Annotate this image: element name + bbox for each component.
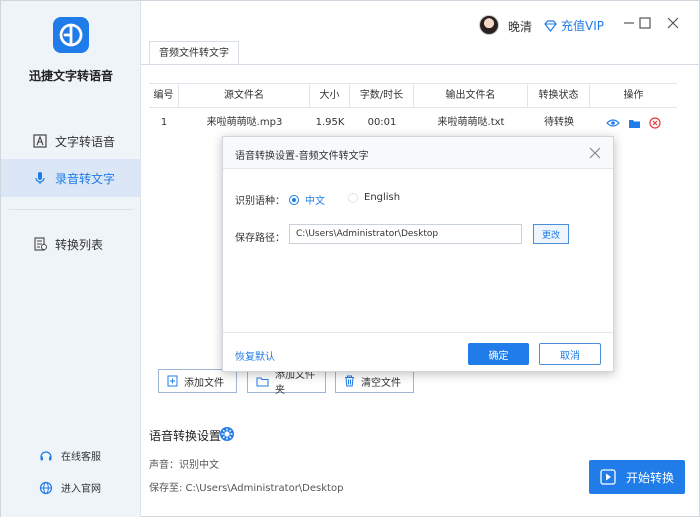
conversion-list-icon	[33, 237, 47, 251]
gear-icon[interactable]	[219, 426, 235, 442]
col-actions: 操作	[623, 89, 644, 101]
language-label: 识别语种：	[235, 196, 285, 207]
save-path-input[interactable]	[289, 224, 522, 244]
headset-icon	[39, 449, 53, 463]
table-row[interactable]: 1 来啦萌萌哒.mp3 1.95K 00:01 来啦萌萌哒.txt 待转换	[149, 108, 677, 138]
add-file-label: 添加文件	[184, 377, 224, 389]
close-icon	[667, 17, 679, 29]
folder-icon[interactable]	[628, 118, 641, 129]
clear-files-button[interactable]: 清空文件	[335, 369, 414, 393]
add-folder-icon	[256, 376, 269, 387]
vip-label: 充值VIP	[561, 19, 604, 33]
trash-icon	[344, 375, 355, 387]
dialog-close-button[interactable]	[587, 145, 603, 161]
diamond-icon	[544, 19, 557, 32]
eye-icon[interactable]	[606, 118, 620, 128]
radio-dot	[289, 194, 299, 205]
online-support-link[interactable]: 在线客服	[39, 448, 101, 463]
start-convert-label: 开始转换	[625, 470, 674, 485]
col-source: 源文件名	[179, 83, 310, 108]
row-actions	[590, 108, 677, 138]
table-header: 编号 源文件名 大小 字数/时长 输出文件名 转换状态 操作	[149, 83, 677, 108]
row-source: 来啦萌萌哒.mp3	[206, 117, 283, 128]
restore-default-link[interactable]: 恢复默认	[235, 348, 275, 363]
play-icon	[600, 469, 616, 485]
col-output: 输出文件名	[414, 83, 528, 108]
radio-chinese[interactable]: 中文	[289, 192, 325, 207]
settings-dialog: 语音转换设置-音频文件转文字 识别语种： 中文 English 保存路径： 更改…	[222, 136, 614, 372]
minimize-button[interactable]	[621, 15, 637, 31]
start-convert-button[interactable]: 开始转换	[589, 460, 685, 494]
change-path-button[interactable]: 更改	[533, 224, 569, 244]
close-window-button[interactable]	[665, 15, 681, 31]
cancel-button[interactable]: 取消	[539, 343, 601, 365]
sidebar-item-conversion-list[interactable]: 转换列表	[1, 225, 141, 263]
clear-files-label: 清空文件	[361, 377, 401, 389]
row-size: 1.95K	[315, 117, 345, 128]
radio-chinese-label: 中文	[305, 196, 325, 207]
row-status: 待转换	[544, 117, 574, 128]
app-name: 迅捷文字转语音	[28, 69, 113, 83]
minimize-icon	[624, 22, 634, 24]
tab-divider	[141, 64, 700, 65]
dialog-divider	[223, 332, 613, 333]
sidebar-item-label: 转换列表	[55, 237, 104, 252]
col-size: 大小	[310, 83, 350, 108]
radio-english[interactable]: English	[348, 192, 400, 203]
path-label: 保存路径：	[235, 233, 285, 244]
add-file-button[interactable]: 添加文件	[158, 369, 237, 393]
close-icon	[589, 147, 601, 159]
dialog-title: 语音转换设置-音频文件转文字	[235, 151, 369, 162]
sidebar-item-label: 录音转文字	[55, 171, 116, 186]
ok-button[interactable]: 确定	[468, 343, 529, 365]
radio-english-label: English	[364, 192, 401, 203]
row-output: 来啦萌萌哒.txt	[437, 117, 505, 128]
add-folder-button[interactable]: 添加文件夹	[247, 369, 326, 396]
tab-audio-to-text[interactable]: 音频文件转文字	[149, 41, 239, 65]
sidebar-divider	[9, 209, 133, 210]
maximize-icon	[639, 17, 651, 29]
settings-save-path: 保存至: C:\Users\Administrator\Desktop	[149, 483, 344, 494]
delete-icon[interactable]	[649, 117, 661, 129]
maximize-button[interactable]	[637, 15, 653, 31]
dialog-header: 语音转换设置-音频文件转文字	[223, 137, 613, 169]
settings-voice: 声音：识别中文	[149, 460, 219, 471]
username[interactable]: 晚清	[508, 18, 532, 35]
sidebar-item-label: 文字转语音	[55, 134, 116, 149]
radio-dot	[348, 192, 358, 203]
avatar[interactable]	[479, 15, 499, 35]
official-site-label: 进入官网	[61, 484, 101, 495]
sidebar-item-text-to-speech[interactable]: 文字转语音	[1, 122, 141, 160]
col-duration: 字数/时长	[350, 83, 414, 108]
text-to-speech-icon	[33, 134, 47, 148]
sidebar: 迅捷文字转语音 文字转语音 录音转文字 转换列表 在线客服 进入官网	[1, 1, 141, 517]
microphone-icon	[33, 171, 47, 185]
row-index: 1	[160, 117, 168, 128]
app-logo	[53, 17, 89, 53]
col-status: 转换状态	[528, 83, 590, 108]
globe-icon	[39, 481, 53, 495]
online-support-label: 在线客服	[61, 452, 101, 463]
settings-title: 语音转换设置	[149, 429, 222, 443]
app-window: 迅捷文字转语音 文字转语音 录音转文字 转换列表 在线客服 进入官网 晚清 充值…	[0, 0, 700, 517]
row-duration: 00:01	[367, 117, 397, 128]
official-site-link[interactable]: 进入官网	[39, 480, 101, 495]
sidebar-item-audio-to-text[interactable]: 录音转文字	[1, 159, 141, 197]
file-table: 编号 源文件名 大小 字数/时长 输出文件名 转换状态 操作 1 来啦萌萌哒.m…	[149, 83, 677, 138]
vip-button[interactable]: 充值VIP	[544, 17, 604, 34]
add-file-icon	[167, 375, 178, 387]
col-index: 编号	[149, 83, 179, 108]
